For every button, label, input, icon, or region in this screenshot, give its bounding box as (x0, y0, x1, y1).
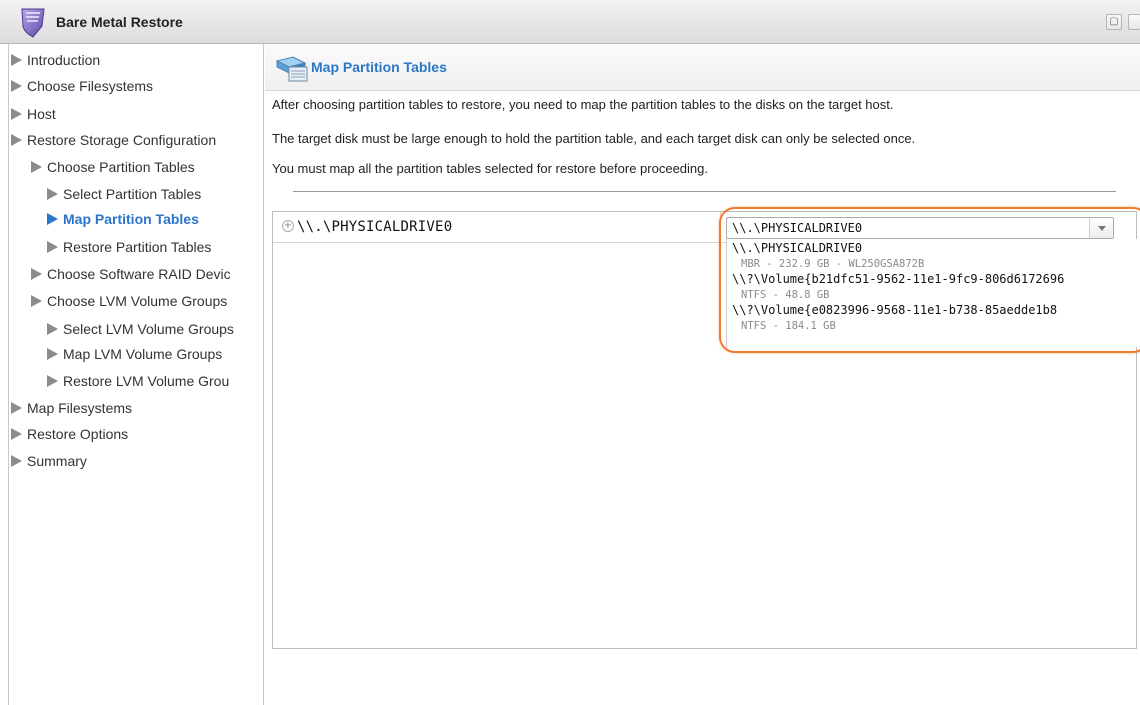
expand-icon[interactable]: + (282, 220, 294, 232)
expand-arrow-icon (11, 402, 22, 415)
description-line-3: You must map all the partition tables se… (272, 161, 708, 176)
divider (293, 191, 1116, 192)
sidebar-item-label: Map LVM Volume Groups (63, 346, 223, 362)
expand-arrow-icon (11, 455, 22, 468)
option-detail: NTFS - 184.1 GB (741, 320, 836, 332)
sidebar-item-label: Choose Software RAID Devic (47, 266, 231, 282)
close-button[interactable] (1128, 14, 1140, 30)
expand-arrow-icon (47, 323, 58, 336)
wizard-sidebar: Introduction Choose Filesystems Host Restor… (8, 44, 264, 705)
sidebar-item-label: Select LVM Volume Groups (63, 321, 234, 337)
mapping-table: + \\.\PHYSICALDRIVE0 \\.\PHYSICALDRIVE0 … (272, 211, 1140, 649)
expand-arrow-icon (47, 241, 58, 254)
sidebar-item[interactable]: Map Partition Tables (47, 209, 261, 229)
sidebar-item[interactable]: Restore Storage Configuration (11, 130, 261, 150)
page-title: Map Partition Tables (311, 59, 447, 75)
target-disk-dropdown: \\.\PHYSICALDRIVE0 MBR - 232.9 GB - WL25… (726, 239, 1140, 347)
source-disk-label: \\.\PHYSICALDRIVE0 (297, 219, 453, 235)
sidebar-item[interactable]: Choose LVM Volume Groups (31, 291, 261, 311)
maximize-button[interactable]: ▢ (1106, 14, 1122, 30)
expand-arrow-icon (31, 161, 42, 174)
option-detail: MBR - 232.9 GB - WL250GSA872B (741, 258, 925, 270)
expand-arrow-icon (11, 134, 22, 147)
sidebar-item[interactable]: Choose Partition Tables (31, 157, 261, 177)
description-line-2: The target disk must be large enough to … (272, 131, 916, 146)
sidebar-item[interactable]: Introduction (11, 50, 261, 70)
expand-arrow-icon (47, 213, 58, 226)
sidebar-item-label: Map Partition Tables (63, 211, 199, 227)
expand-arrow-icon (31, 268, 42, 281)
sidebar-item-label: Choose Filesystems (27, 78, 154, 94)
disk-table-icon (275, 56, 308, 82)
sidebar-item[interactable]: Restore Options (11, 424, 261, 444)
expand-arrow-icon (47, 188, 58, 201)
title-bar: Bare Metal Restore ▢ (0, 0, 1140, 44)
chevron-down-icon[interactable] (1089, 218, 1113, 238)
expand-arrow-icon (11, 428, 22, 441)
main-panel: Map Partition Tables After choosing part… (265, 44, 1140, 705)
expand-arrow-icon (11, 54, 22, 67)
sidebar-item[interactable]: Select LVM Volume Groups (47, 319, 261, 339)
sidebar-item-label: Restore Storage Configuration (27, 132, 217, 148)
sidebar-item[interactable]: Choose Filesystems (11, 76, 261, 96)
option-detail: NTFS - 48.8 GB (741, 289, 830, 301)
sidebar-item-label: Restore LVM Volume Grou (63, 373, 230, 389)
option-name[interactable]: \\.\PHYSICALDRIVE0 (732, 241, 862, 255)
sidebar-item-label: Select Partition Tables (63, 186, 202, 202)
sidebar-item[interactable]: Choose Software RAID Devic (31, 264, 261, 284)
expand-arrow-icon (11, 108, 22, 121)
expand-arrow-icon (47, 375, 58, 388)
page-header: Map Partition Tables (265, 44, 1140, 91)
column-divider (720, 212, 721, 243)
expand-arrow-icon (11, 80, 22, 93)
expand-arrow-icon (31, 295, 42, 308)
sidebar-item[interactable]: Restore LVM Volume Grou (47, 371, 261, 391)
sidebar-item-label: Choose LVM Volume Groups (47, 293, 228, 309)
shield-icon (21, 8, 45, 38)
sidebar-item[interactable]: Map Filesystems (11, 398, 261, 418)
expand-arrow-icon (47, 348, 58, 361)
sidebar-item[interactable]: Map LVM Volume Groups (47, 344, 261, 364)
description-line-1: After choosing partition tables to resto… (272, 97, 894, 112)
sidebar-item-label: Restore Options (27, 426, 129, 442)
sidebar-item-label: Map Filesystems (27, 400, 133, 416)
sidebar-item[interactable]: Select Partition Tables (47, 184, 261, 204)
option-name[interactable]: \\?\Volume{e0823996-9568-11e1-b738-85aed… (732, 303, 1057, 317)
window-title: Bare Metal Restore (56, 14, 183, 30)
option-name[interactable]: \\?\Volume{b21dfc51-9562-11e1-9fc9-806d6… (732, 272, 1064, 286)
target-disk-select[interactable]: \\.\PHYSICALDRIVE0 (726, 217, 1114, 239)
sidebar-item[interactable]: Summary (11, 451, 261, 471)
sidebar-item-label: Host (27, 106, 56, 122)
sidebar-item[interactable]: Restore Partition Tables (47, 237, 261, 257)
selected-target-value: \\.\PHYSICALDRIVE0 (732, 221, 863, 235)
sidebar-item-label: Introduction (27, 52, 101, 68)
sidebar-item[interactable]: Host (11, 104, 261, 124)
sidebar-item-label: Restore Partition Tables (63, 239, 212, 255)
sidebar-item-label: Summary (27, 453, 87, 469)
sidebar-item-label: Choose Partition Tables (47, 159, 195, 175)
